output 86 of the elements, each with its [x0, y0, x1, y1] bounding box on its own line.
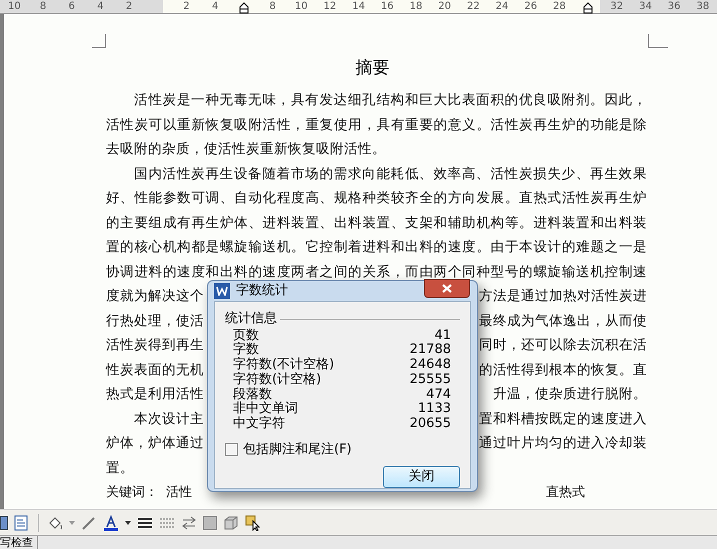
body-text: 好、性能参数可调、自动化程度高、规格种类较齐全的方向发展。直热式活性炭再生炉: [106, 189, 647, 208]
ruler-number: 4: [210, 0, 220, 13]
ruler-number: 20: [437, 0, 452, 13]
stat-value: 21788: [410, 343, 451, 358]
app-logo-icon: [214, 282, 230, 299]
indent-marker-icon[interactable]: [583, 2, 594, 14]
dialog-title: 字数统计: [236, 282, 288, 300]
group-title: 统计信息: [225, 310, 277, 326]
picture-icon[interactable]: [0, 516, 8, 530]
ruler-number: 32: [609, 0, 624, 13]
stat-value: 1133: [418, 402, 451, 417]
ruler-number: 36: [666, 0, 682, 13]
body-text: 国内活性炭再生设备随着市场的需求向能耗低、效率高、活性炭损失少、再生效果: [134, 164, 647, 184]
ruler-number: 2: [124, 0, 134, 13]
indent-marker-icon[interactable]: [238, 2, 249, 14]
body-text: 最终成为气体逸出，从而使: [479, 312, 647, 330]
arrow-style-icon[interactable]: [181, 514, 197, 530]
body-text: 活性炭可以重新恢复吸附活性，重复使用，具有重要的意义。活性炭再生炉的功能是除: [106, 116, 647, 134]
ruler-number: 28: [552, 0, 567, 13]
footnote-checkbox[interactable]: [225, 443, 238, 456]
body-text: 升温，使杂质进行脱附。: [493, 385, 647, 404]
body-text: 的主要组成有再生炉体、进料装置、出料装置、支架和辅助机构等。进料装置和出料装: [106, 214, 647, 232]
ruler-number: 22: [466, 0, 481, 13]
margin-corner-mark: [648, 34, 668, 48]
pen-icon[interactable]: [81, 514, 97, 530]
ruler-number: 10: [6, 0, 22, 13]
ruler-number: 24: [494, 0, 510, 13]
select-objects-icon[interactable]: [245, 514, 261, 530]
ruler-number: 10: [294, 0, 309, 13]
ruler-number: 14: [351, 0, 366, 13]
stat-label: 字符数(不计空格): [233, 358, 334, 372]
stat-value: 474: [426, 388, 451, 402]
close-button[interactable]: [424, 279, 470, 298]
ruler-number: 2: [182, 0, 191, 13]
font-color-icon[interactable]: [103, 514, 119, 530]
stat-label: 字数: [233, 343, 259, 358]
ruler-number: 8: [38, 0, 48, 13]
keyword: 直热式: [546, 484, 585, 502]
checkbox-label: 包括脚注和尾注(F): [243, 441, 352, 460]
ruler-number: 26: [523, 0, 538, 13]
stat-value: 41: [434, 328, 451, 343]
ruler-number: 4: [96, 0, 105, 13]
body-text: 方法是通过加热对活性炭进: [479, 287, 647, 306]
status-text: 写检查: [0, 536, 38, 549]
body-text: 本次设计主: [134, 410, 204, 428]
fill-bucket-icon[interactable]: [47, 514, 63, 530]
ruler-number: 8: [268, 0, 277, 13]
body-text: 协调进料的速度和出料的速度两者之间的关系，而由两个同种型号的螺旋输送机控制速: [106, 262, 647, 282]
body-text: 置。: [106, 458, 134, 478]
keywords-label: 关键词：: [106, 484, 159, 502]
body-text: 活性炭是一种无毒无味，具有发达细孔结构和巨大比表面积的优良吸附剂。因此，: [134, 91, 647, 110]
ruler-number: 38: [695, 0, 710, 13]
body-text: 置和料槽按既定的速度进入: [479, 410, 647, 428]
ruler-number: 18: [408, 0, 424, 13]
stat-value: 24648: [410, 358, 451, 373]
body-text: 去吸附的杂质，使活性炭重新恢复吸附活性。: [106, 140, 386, 159]
close-dialog-button[interactable]: 关闭: [383, 466, 460, 488]
stat-label: 页数: [233, 328, 259, 342]
body-text: 的活性得到根本的恢复。直: [479, 360, 647, 380]
body-text: 行热处理，使活: [106, 312, 204, 330]
body-text: 炉体，炉体通过: [106, 434, 204, 453]
body-text: 通过叶片均匀的进入冷却装: [479, 434, 647, 453]
body-text: 活性炭得到再生: [106, 336, 204, 355]
body-text: 性炭表面的无机: [106, 360, 204, 380]
keyword: 活性: [166, 484, 193, 502]
body-text: 度就为解决这个: [106, 287, 204, 306]
ruler-number: 12: [322, 0, 338, 13]
margin-corner-mark: [92, 34, 106, 48]
stat-label: 中文字符: [233, 417, 285, 432]
body-text: 热式是利用活性: [106, 385, 204, 404]
stat-label: 段落数: [233, 388, 272, 402]
stat-value: 20655: [410, 417, 451, 432]
stat-label: 非中文单词: [233, 402, 298, 416]
ruler-number: 16: [380, 0, 395, 13]
ruler-number: 34: [638, 0, 653, 13]
shadow-icon[interactable]: [203, 516, 217, 530]
stat-label: 字符数(计空格): [233, 372, 322, 387]
document-title: 摘要: [354, 57, 390, 80]
cube-icon[interactable]: [223, 514, 239, 530]
body-text: 置的核心机构都是螺旋输送机。它控制着进料和出料的速度。由于本设计的难题之一是: [106, 238, 647, 257]
caret-icon[interactable]: [125, 520, 131, 524]
body-text: 同时，还可以除去沉积在活: [479, 336, 647, 355]
close-icon: [442, 284, 452, 294]
text-box-icon[interactable]: [14, 514, 30, 530]
stat-value: 25555: [410, 372, 451, 388]
ruler-number: 6: [68, 0, 76, 13]
